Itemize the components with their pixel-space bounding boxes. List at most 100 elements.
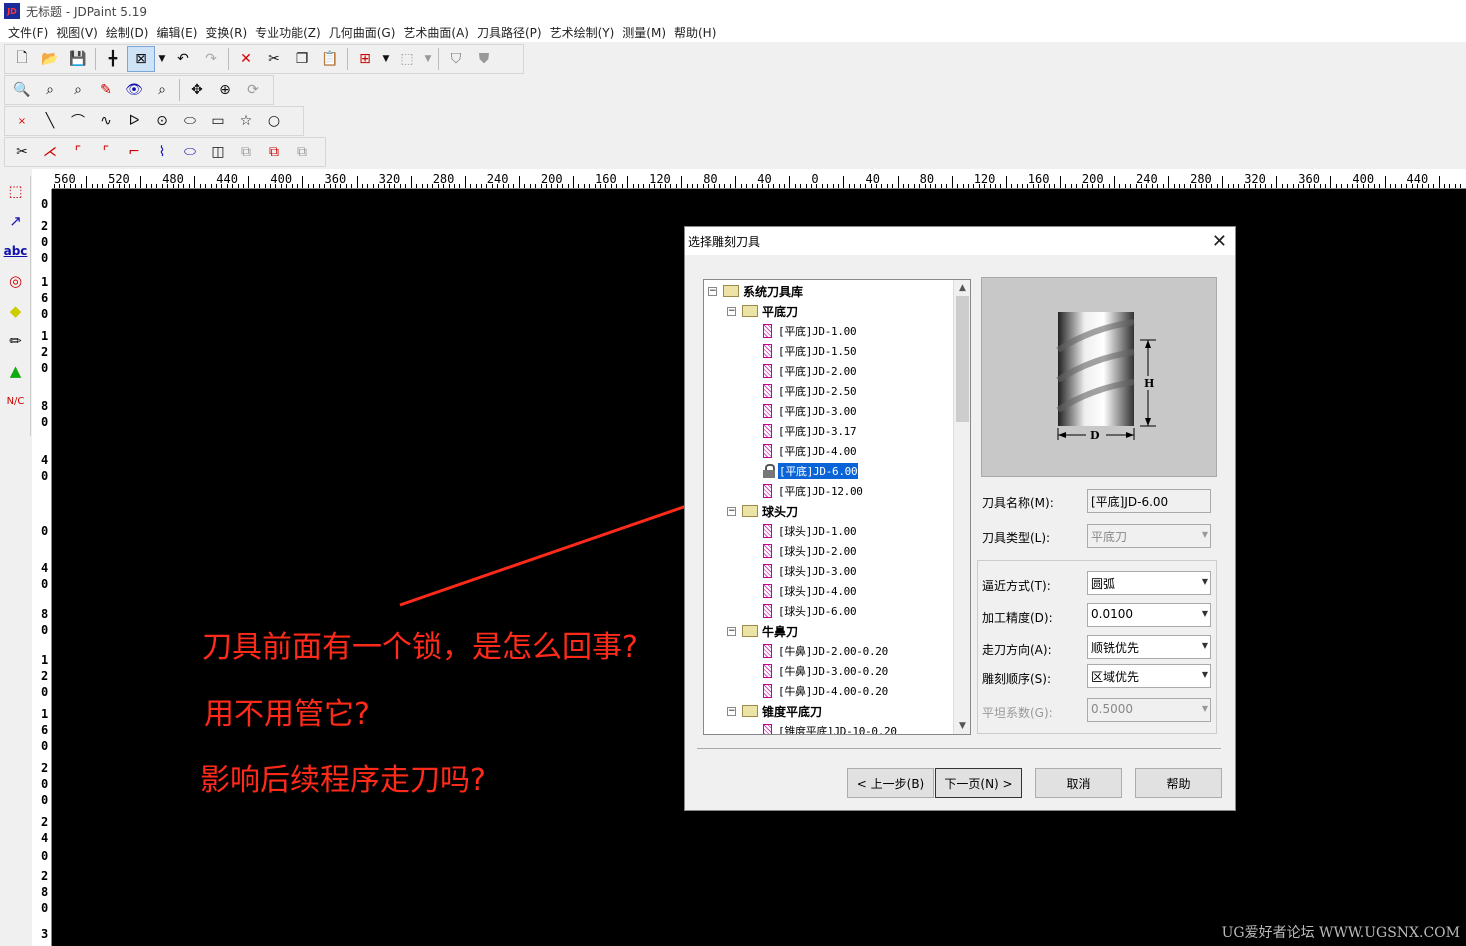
offset-rect-icon[interactable]: ◫ bbox=[204, 139, 232, 165]
3d-box-icon[interactable]: ⬚ bbox=[393, 46, 421, 72]
shade-icon[interactable]: ⛉ bbox=[442, 46, 470, 72]
point-icon[interactable]: × bbox=[8, 108, 36, 134]
view-eye-icon[interactable]: 👁 bbox=[120, 77, 148, 103]
tree-tool-row[interactable]: [平底]JD-3.17 bbox=[763, 421, 857, 441]
arc-icon[interactable]: ⌒ bbox=[64, 108, 92, 134]
tree-tool-row[interactable]: [牛鼻]JD-4.00-0.20 bbox=[763, 681, 888, 701]
array-move-icon[interactable]: ⧉ bbox=[260, 139, 288, 165]
help-button[interactable]: 帮助 bbox=[1135, 768, 1222, 798]
menu-view[interactable]: 视图(V) bbox=[52, 24, 102, 41]
copy-icon[interactable]: ❐ bbox=[288, 46, 316, 72]
break-icon[interactable]: ⌐ bbox=[120, 139, 148, 165]
tree-tool-row[interactable]: [平底]JD-2.50 bbox=[763, 381, 857, 401]
shield-icon[interactable]: ⛊ bbox=[470, 46, 498, 72]
tree-tool-row[interactable]: [牛鼻]JD-2.00-0.20 bbox=[763, 641, 888, 661]
next-button[interactable]: 下一页(N) > bbox=[935, 768, 1022, 798]
select-box-icon[interactable]: ⊠ bbox=[127, 46, 155, 72]
zoom-realtime-icon[interactable]: ⊕ bbox=[211, 77, 239, 103]
order-select[interactable]: 区域优先 ▼ bbox=[1087, 664, 1211, 688]
trim-icon[interactable]: ✂ bbox=[8, 139, 36, 165]
spline-icon[interactable]: ∿ bbox=[92, 108, 120, 134]
cut-icon[interactable]: ✂ bbox=[260, 46, 288, 72]
cancel-button[interactable]: 取消 bbox=[1035, 768, 1122, 798]
chevron-down-icon[interactable]: ▼ bbox=[155, 46, 169, 72]
menu-draw[interactable]: 绘制(D) bbox=[102, 24, 153, 41]
tree-category-row[interactable]: − 锥度平底刀 bbox=[727, 701, 822, 721]
offset-ellipse-icon[interactable]: ⬭ bbox=[176, 139, 204, 165]
scroll-up-icon[interactable]: ▲ bbox=[954, 280, 970, 296]
menu-transform[interactable]: 变换(R) bbox=[201, 24, 251, 41]
zoom-in-icon[interactable]: ⌕ bbox=[64, 77, 92, 103]
menu-edit[interactable]: 编辑(E) bbox=[152, 24, 201, 41]
fill-region-icon[interactable]: ◆ bbox=[0, 296, 31, 326]
tree-tool-row[interactable]: [平底]JD-1.50 bbox=[763, 341, 857, 361]
paste-icon[interactable]: 📋 bbox=[316, 46, 344, 72]
open-folder-icon[interactable]: 📂 bbox=[36, 46, 64, 72]
menu-toolpath[interactable]: 刀具路径(P) bbox=[473, 24, 546, 41]
tree-tool-row[interactable]: [球头]JD-1.00 bbox=[763, 521, 857, 541]
tree-tool-row[interactable]: [平底]JD-1.00 bbox=[763, 321, 857, 341]
offset-curve-icon[interactable]: ⌇ bbox=[148, 139, 176, 165]
node-edit-icon[interactable]: ⬚ bbox=[0, 176, 31, 206]
pan-icon[interactable]: ✥ bbox=[183, 77, 211, 103]
surface-icon[interactable]: ▲ bbox=[0, 356, 31, 386]
tree-tool-row[interactable]: [平底]JD-2.00 bbox=[763, 361, 857, 381]
menu-file[interactable]: 文件(F) bbox=[4, 24, 52, 41]
circle-icon[interactable]: ○ bbox=[260, 108, 288, 134]
tree-tool-row[interactable]: [球头]JD-2.00 bbox=[763, 541, 857, 561]
rotate-icon[interactable]: ⟳ bbox=[239, 77, 267, 103]
tree-category-row[interactable]: − 球头刀 bbox=[727, 501, 798, 521]
zoom-out-icon[interactable]: ⌕ bbox=[36, 77, 64, 103]
tree-root-row[interactable]: − 系统刀具库 bbox=[708, 281, 803, 301]
polyline-icon[interactable]: ᐅ bbox=[120, 108, 148, 134]
chevron-down-icon[interactable]: ▼ bbox=[421, 46, 435, 72]
direction-select[interactable]: 顺铣优先 ▼ bbox=[1087, 635, 1211, 659]
approx-method-select[interactable]: 圆弧 ▼ bbox=[1087, 571, 1211, 595]
new-file-icon[interactable]: 🗋 bbox=[8, 46, 36, 72]
menu-help[interactable]: 帮助(H) bbox=[670, 24, 720, 41]
nc-icon[interactable]: N/C bbox=[0, 386, 31, 416]
tool-library-tree[interactable]: − 系统刀具库 − 平底刀 [平底]JD-1.00 [平底]JD-1.50 [平底]JD-2… bbox=[703, 279, 971, 735]
redo-icon[interactable]: ↷ bbox=[197, 46, 225, 72]
tree-tool-row[interactable]: [锥度平底]JD-10-0.20 bbox=[763, 721, 897, 734]
prev-button[interactable]: < 上一步(B) bbox=[847, 768, 934, 798]
menu-art-surface[interactable]: 艺术曲面(A) bbox=[399, 24, 473, 41]
zoom-window-icon[interactable]: 🔍 bbox=[8, 77, 36, 103]
save-icon[interactable]: 💾 bbox=[64, 46, 92, 72]
tree-tool-row[interactable]: [平底]JD-12.00 bbox=[763, 481, 863, 501]
undo-icon[interactable]: ↶ bbox=[169, 46, 197, 72]
tool-name-field[interactable]: [平底]JD-6.00 bbox=[1087, 489, 1211, 513]
tree-tool-row[interactable]: [牛鼻]JD-3.00-0.20 bbox=[763, 661, 888, 681]
tree-category-row[interactable]: − 牛鼻刀 bbox=[727, 621, 798, 641]
scroll-thumb[interactable] bbox=[956, 296, 969, 422]
scroll-down-icon[interactable]: ▼ bbox=[954, 718, 970, 734]
fillet-icon[interactable]: ⌜ bbox=[64, 139, 92, 165]
close-icon[interactable]: ✕ bbox=[1212, 231, 1227, 252]
array-icon[interactable]: ⧉ bbox=[232, 139, 260, 165]
tree-tool-row[interactable]: [平底]JD-3.00 bbox=[763, 401, 857, 421]
rectangle-icon[interactable]: ▭ bbox=[204, 108, 232, 134]
coordinate-frame-icon[interactable]: ⊞ bbox=[351, 46, 379, 72]
tree-tool-row[interactable]: [平底]JD-4.00 bbox=[763, 441, 857, 461]
circle-center-icon[interactable]: ⊙ bbox=[148, 108, 176, 134]
menu-pro[interactable]: 专业功能(Z) bbox=[251, 24, 325, 41]
line-icon[interactable]: ╲ bbox=[36, 108, 64, 134]
tree-category-row[interactable]: − 平底刀 bbox=[727, 301, 798, 321]
tree-tool-row[interactable]: [球头]JD-3.00 bbox=[763, 561, 857, 581]
redraw-icon[interactable]: ✎ bbox=[92, 77, 120, 103]
crosshair-icon[interactable]: ╋ bbox=[99, 46, 127, 72]
chevron-down-icon[interactable]: ▼ bbox=[379, 46, 393, 72]
precision-select[interactable]: 0.0100 ▼ bbox=[1087, 603, 1211, 627]
star-icon[interactable]: ☆ bbox=[232, 108, 260, 134]
menu-geom-surface[interactable]: 几何曲面(G) bbox=[325, 24, 400, 41]
delete-icon[interactable]: ✕ bbox=[232, 46, 260, 72]
measure-angle-icon[interactable]: ↗ bbox=[0, 206, 31, 236]
pencil-icon[interactable]: ✏ bbox=[0, 326, 31, 356]
menu-measure[interactable]: 测量(M) bbox=[618, 24, 670, 41]
ellipse-icon[interactable]: ⬭ bbox=[176, 108, 204, 134]
tree-tool-row[interactable]: [球头]JD-4.00 bbox=[763, 581, 857, 601]
tree-tool-row[interactable]: [球头]JD-6.00 bbox=[763, 601, 857, 621]
zoom-all-icon[interactable]: ⌕ bbox=[148, 77, 176, 103]
text-tool-icon[interactable]: abc bbox=[0, 236, 31, 266]
tree-scrollbar[interactable]: ▲ ▼ bbox=[953, 280, 970, 734]
